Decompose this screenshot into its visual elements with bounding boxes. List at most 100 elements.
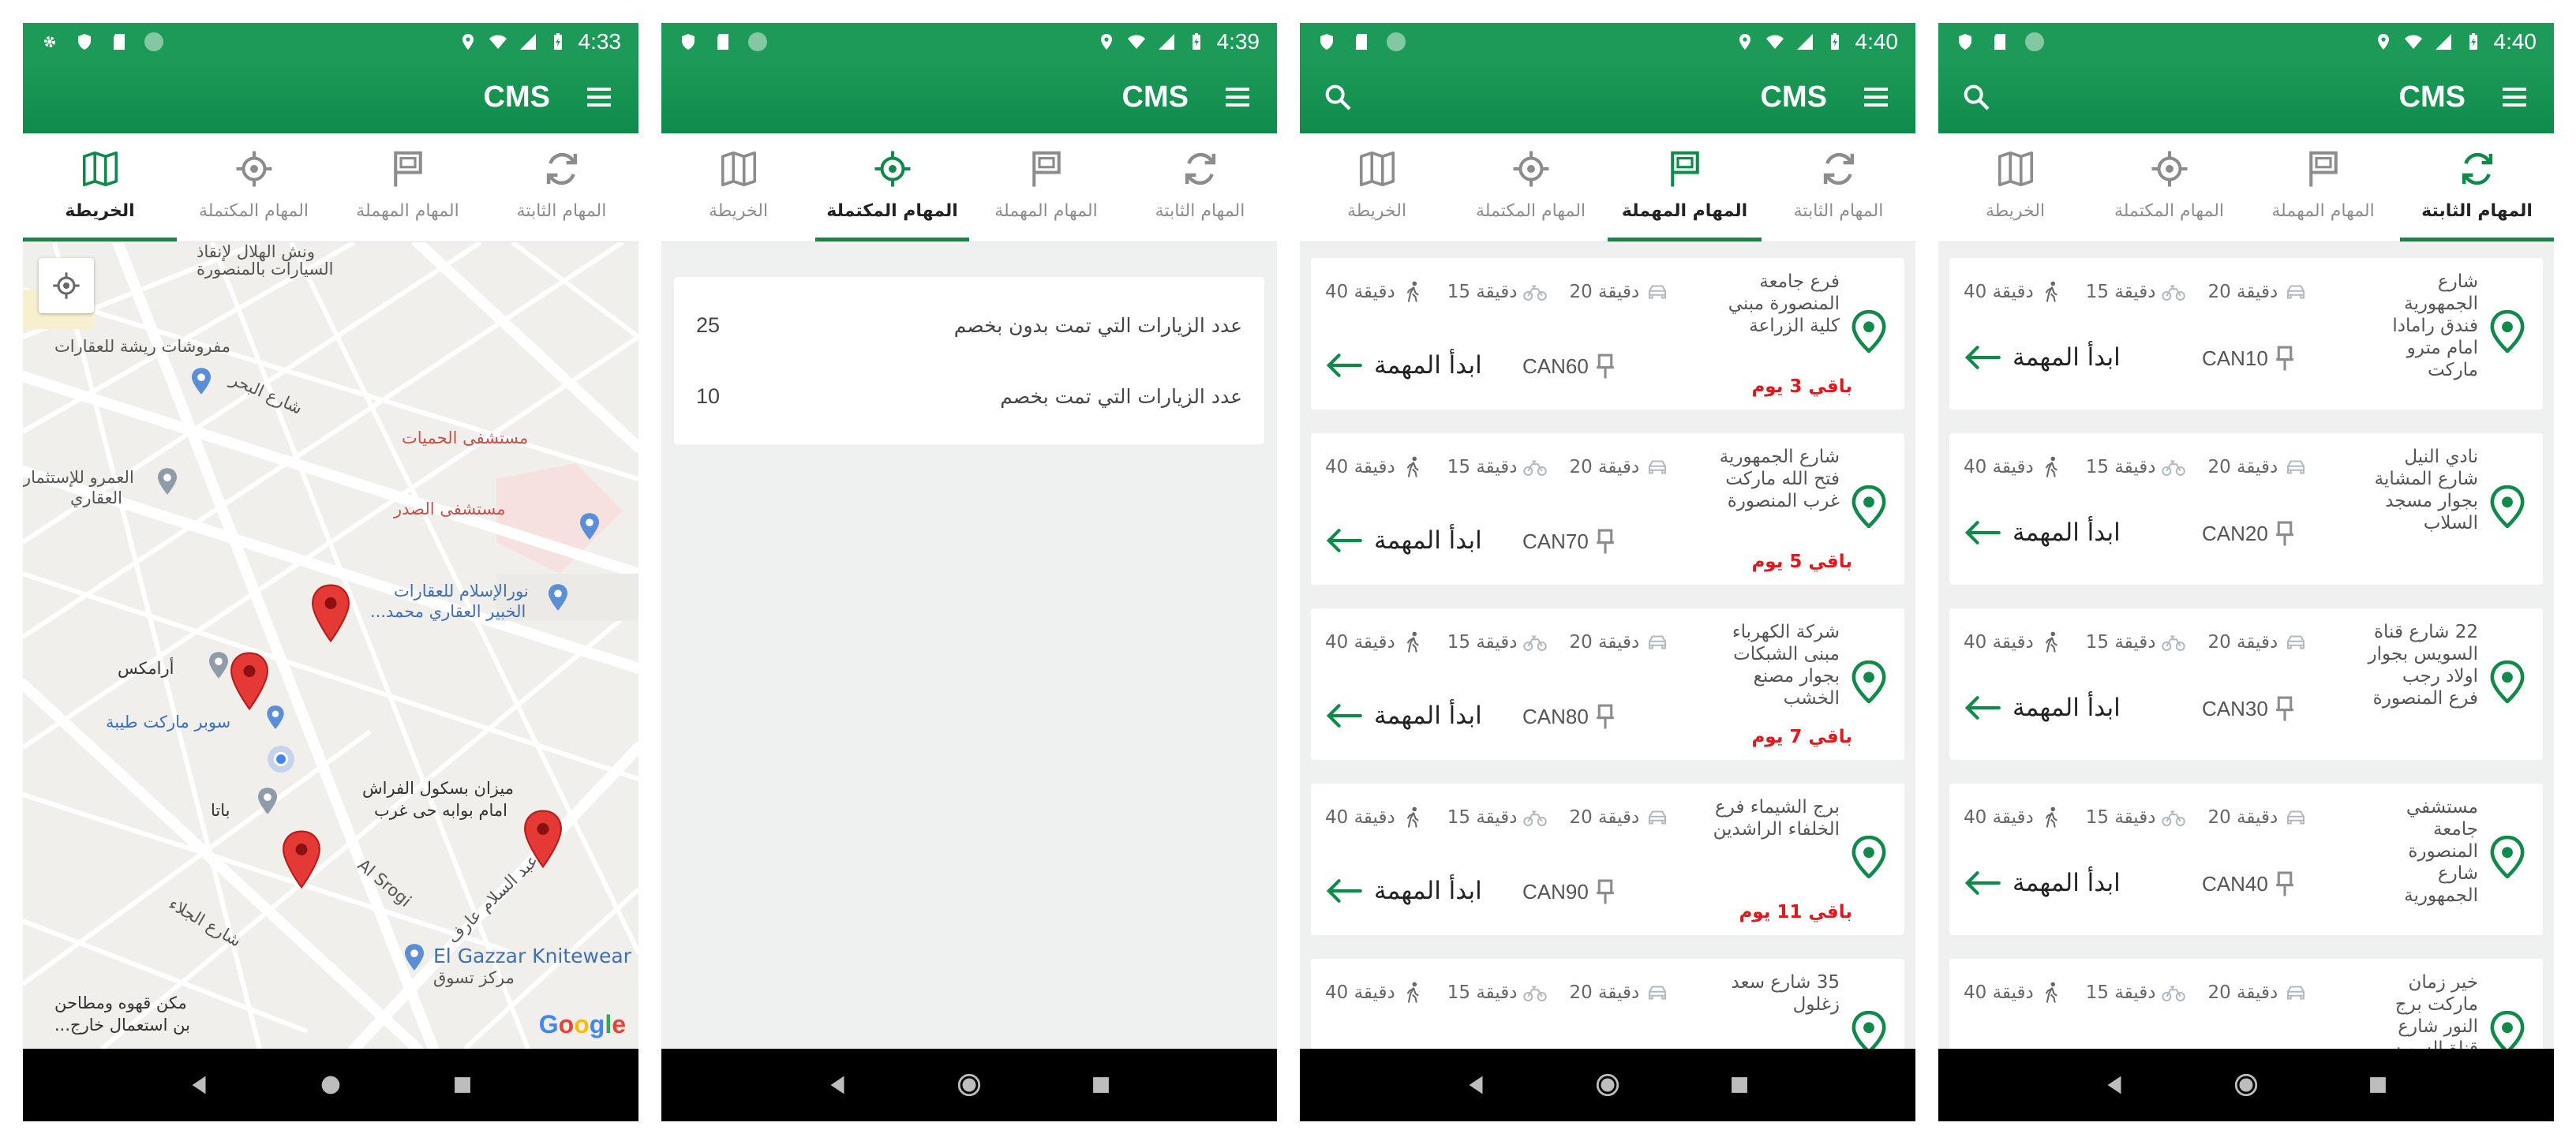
my-location-button[interactable] [39, 258, 94, 313]
task-pin-icon[interactable] [311, 582, 350, 645]
back-icon[interactable] [1462, 1072, 1489, 1098]
back-icon[interactable] [824, 1072, 851, 1098]
start-task-button[interactable]: ابدأ المهمة [1964, 343, 2121, 372]
car-time: 20 دقيقة [1569, 457, 1640, 477]
map-label: نورالإسلام للعقارات [394, 582, 529, 601]
task-card[interactable]: نادي النيل شارع المشاية بجوار مسجد السلا… [1949, 433, 2543, 585]
tab-map[interactable]: الخريطة [23, 133, 177, 241]
start-task-label: ابدأ المهمة [1374, 877, 1482, 905]
menu-icon[interactable] [582, 81, 616, 113]
tab-fixed-tasks[interactable]: المهام الثابتة [2400, 133, 2554, 241]
search-icon[interactable] [1322, 81, 1354, 113]
car-time: 20 دقيقة [2207, 632, 2278, 653]
tab-map[interactable]: الخريطة [1300, 133, 1454, 241]
battery-charging-icon [2464, 32, 2483, 51]
tab-completed-tasks[interactable]: المهام المكتملة [2092, 133, 2246, 241]
status-bar: 4:40 [1938, 23, 2554, 61]
task-card[interactable]: شارع الجمهورية فتح الله ماركت غرب المنصو… [1311, 433, 1904, 585]
app-bar: CMS [661, 61, 1277, 133]
recent-apps-icon[interactable] [1726, 1072, 1753, 1098]
task-pin-icon[interactable] [282, 828, 321, 891]
recent-apps-icon[interactable] [2364, 1072, 2391, 1098]
task-pin-icon[interactable] [230, 649, 269, 713]
start-task-button[interactable]: ابدأ المهمة [1325, 351, 1482, 380]
flag-icon [387, 148, 429, 190]
start-task-button[interactable]: ابدأ المهمة [1325, 702, 1482, 730]
walk-time: 40 دقيقة [1325, 457, 1395, 477]
task-card[interactable]: برج الشيماء فرع الخلفاء الراشدين 40 دقيق… [1311, 784, 1904, 935]
bike-time: 15 دقيقة [2085, 982, 2156, 1003]
recent-apps-icon[interactable] [1088, 1072, 1114, 1098]
location-pin-icon [1851, 485, 1887, 528]
menu-icon[interactable] [2497, 81, 2532, 113]
start-task-button[interactable]: ابدأ المهمة [1964, 869, 2121, 897]
task-code: CAN30 [2202, 695, 2295, 722]
tab-fixed-tasks[interactable]: المهام الثابتة [485, 133, 638, 241]
tab-neglected-tasks[interactable]: المهام المهملة [1608, 133, 1762, 241]
place-icon[interactable] [153, 467, 182, 496]
location-pin-icon [2489, 836, 2525, 878]
task-card[interactable]: شركة الكهرباء مبنى الشبكات بجوار مصنع ال… [1311, 608, 1904, 760]
bike-icon [2162, 981, 2185, 1005]
tab-fixed-tasks[interactable]: المهام الثابتة [1123, 133, 1277, 241]
neglected-task-list[interactable]: فرع جامعة المنصورة مبني كلية الزراعة 40 … [1300, 242, 1915, 1049]
place-icon[interactable] [187, 367, 215, 395]
start-task-button[interactable]: ابدأ المهمة [1964, 694, 2121, 722]
location-pin-icon [2489, 310, 2525, 353]
status-time: 4:39 [1216, 29, 1260, 54]
bike-time: 15 دقيقة [1447, 457, 1518, 477]
map-view[interactable]: ونش الهلال لإنقاذ السيارات بالمنصورة مفر… [23, 242, 638, 1049]
task-card[interactable]: مستشفي جامعة المنصورة شارع الجمهورية 40 … [1949, 784, 2543, 935]
fixed-task-list[interactable]: شارع الجمهورية فندق رامادا امام مترو مار… [1938, 242, 2554, 1049]
task-card[interactable]: شارع الجمهورية فندق رامادا امام مترو مار… [1949, 258, 2543, 410]
home-icon[interactable] [2233, 1072, 2260, 1098]
app-title: CMS [483, 80, 550, 114]
tab-completed-tasks[interactable]: المهام المكتملة [1454, 133, 1608, 241]
location-pin-icon [2489, 660, 2525, 703]
tab-map[interactable]: الخريطة [661, 133, 815, 241]
tab-neglected-tasks[interactable]: المهام المهملة [2246, 133, 2400, 241]
remaining-days: باقي 11 يوم [1739, 902, 1852, 922]
search-icon[interactable] [1960, 81, 1992, 113]
task-card[interactable]: 22 شارع قناة السويس بجوار اولاد رجب فرع … [1949, 608, 2543, 760]
home-icon[interactable] [317, 1072, 344, 1098]
place-icon[interactable] [400, 943, 429, 971]
target-icon [233, 148, 275, 190]
home-icon[interactable] [1594, 1072, 1621, 1098]
tab-label: المهام المكتملة [2114, 201, 2225, 221]
tab-map[interactable]: الخريطة [1938, 133, 2092, 241]
map-label: أرامكس [118, 659, 174, 678]
tab-label: المهام الثابتة [516, 201, 607, 221]
task-card[interactable]: فرع جامعة المنصورة مبني كلية الزراعة 40 … [1311, 258, 1904, 410]
recent-apps-icon[interactable] [449, 1072, 476, 1098]
signal-icon [519, 32, 537, 51]
walk-icon [2040, 806, 2064, 829]
home-icon[interactable] [956, 1072, 983, 1098]
place-icon[interactable] [204, 651, 233, 679]
menu-icon[interactable] [1859, 81, 1893, 113]
task-card[interactable]: خير زمان ماركت برج النور شارع قناة السوي… [1949, 959, 2543, 1049]
bike-time: 15 دقيقة [1447, 807, 1518, 828]
place-icon[interactable] [575, 512, 604, 541]
task-pin-icon[interactable] [523, 807, 563, 870]
tab-neglected-tasks[interactable]: المهام المهملة [331, 133, 485, 241]
tab-neglected-tasks[interactable]: المهام المهملة [969, 133, 1123, 241]
task-card[interactable]: 35 شارع سعد زغلول 40 دقيقة 15 دقيقة 20 د… [1311, 959, 1904, 1049]
bike-time: 15 دقيقة [1447, 632, 1518, 653]
status-time: 4:40 [2493, 29, 2537, 54]
back-icon[interactable] [2101, 1072, 2128, 1098]
menu-icon[interactable] [1220, 81, 1255, 113]
place-icon[interactable] [253, 787, 282, 815]
app-title: CMS [1121, 80, 1189, 114]
task-address: برج الشيماء فرع الخلفاء الراشدين [1713, 797, 1840, 840]
pushpin-icon [2275, 345, 2295, 372]
place-icon[interactable] [544, 583, 572, 612]
tab-fixed-tasks[interactable]: المهام الثابتة [1762, 133, 1915, 241]
tab-completed-tasks[interactable]: المهام المكتملة [815, 133, 969, 241]
start-task-button[interactable]: ابدأ المهمة [1325, 877, 1482, 905]
start-task-button[interactable]: ابدأ المهمة [1325, 526, 1482, 555]
status-bar: 4:40 [1300, 23, 1915, 61]
start-task-button[interactable]: ابدأ المهمة [1964, 518, 2121, 547]
back-icon[interactable] [185, 1072, 212, 1098]
tab-completed-tasks[interactable]: المهام المكتملة [177, 133, 331, 241]
